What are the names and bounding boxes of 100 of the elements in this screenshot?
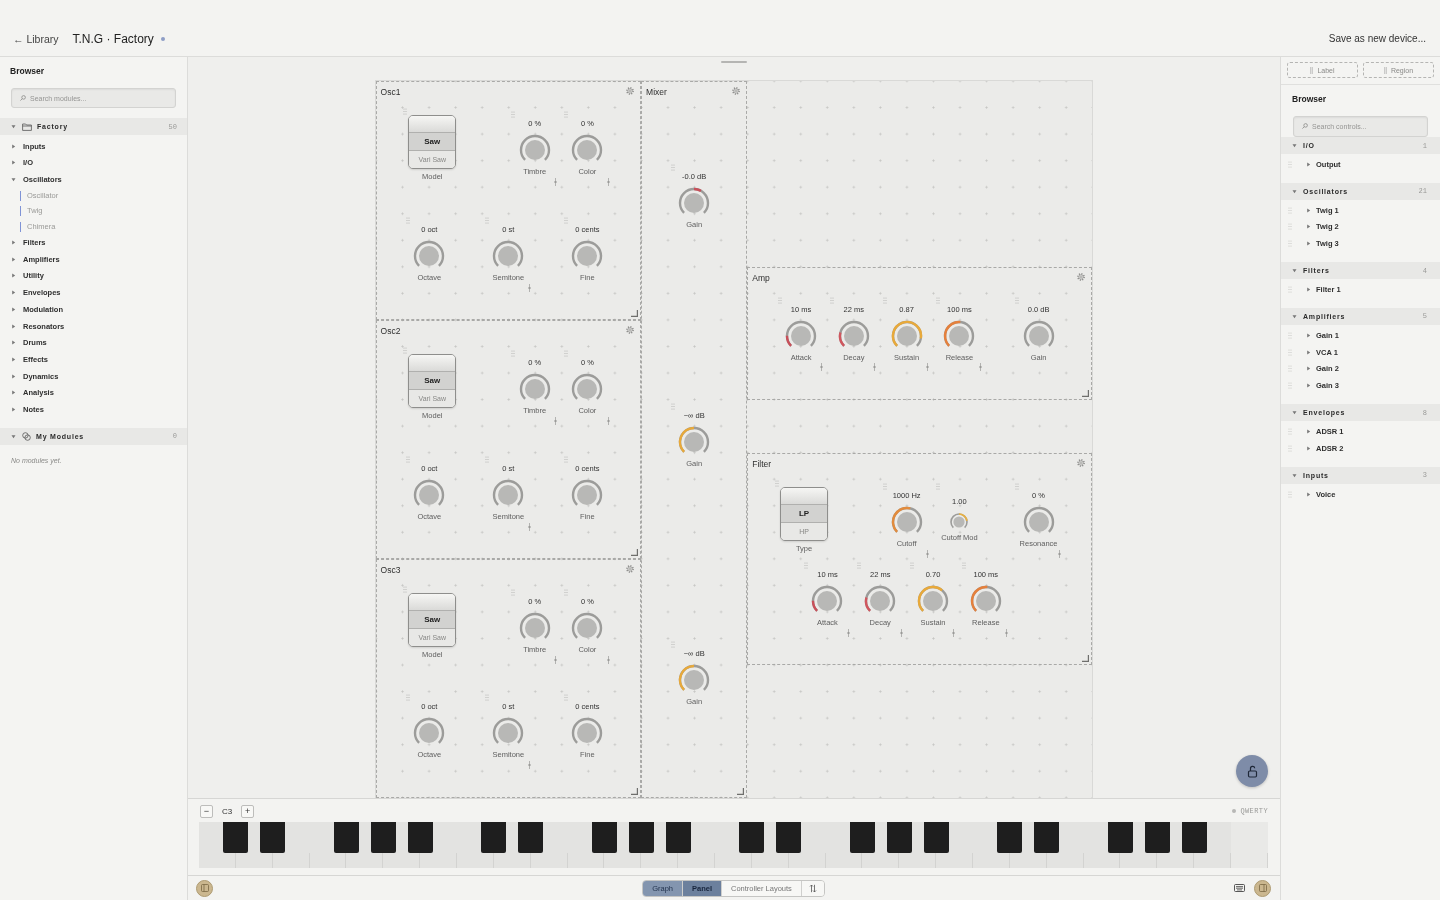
caret-icon[interactable] xyxy=(11,323,16,329)
status-dot-icon xyxy=(1232,809,1237,813)
caret-icon[interactable] xyxy=(11,406,16,412)
resize-corner-icon[interactable] xyxy=(631,787,639,795)
module-title: Osc1 xyxy=(380,87,401,97)
caret-icon[interactable] xyxy=(11,433,16,439)
keyboard-icon[interactable] xyxy=(1234,884,1245,892)
settings-icon[interactable] xyxy=(626,325,635,334)
resize-handle-icon[interactable] xyxy=(527,761,531,770)
caret-icon[interactable] xyxy=(1306,491,1311,497)
selector-option[interactable]: Saw xyxy=(409,133,456,152)
caret-icon[interactable] xyxy=(1306,383,1311,389)
resize-handle-icon[interactable] xyxy=(1005,628,1009,637)
piano-keyboard-drawing[interactable] xyxy=(199,822,1268,868)
caret-icon[interactable] xyxy=(1306,207,1311,213)
resize-handle-icon[interactable] xyxy=(554,417,558,426)
resize-corner-icon[interactable] xyxy=(737,787,745,795)
caret-icon[interactable] xyxy=(11,356,16,362)
swap-button[interactable] xyxy=(801,880,824,896)
folder-icon xyxy=(22,122,32,131)
panel-resize-handle[interactable] xyxy=(721,61,747,63)
sidebar-toggle-button[interactable] xyxy=(196,879,213,897)
caret-icon[interactable] xyxy=(11,390,16,396)
resize-handle-icon[interactable] xyxy=(873,363,877,372)
caret-icon[interactable] xyxy=(1306,287,1311,293)
selector-option[interactable]: Saw xyxy=(409,372,456,391)
caret-icon[interactable] xyxy=(11,143,16,149)
caret-icon[interactable] xyxy=(1292,143,1297,148)
swap-arrows-icon xyxy=(808,883,817,893)
resize-handle-icon[interactable] xyxy=(554,656,558,665)
resize-handle-icon[interactable] xyxy=(820,363,824,372)
caret-icon[interactable] xyxy=(1306,332,1311,338)
octave-label: C3 xyxy=(222,806,233,816)
padlock-icon xyxy=(1245,764,1259,778)
module-title: Amp xyxy=(752,272,770,283)
resize-handle-icon[interactable] xyxy=(899,628,903,637)
resize-handle-icon[interactable] xyxy=(952,628,956,637)
resize-handle-icon[interactable] xyxy=(527,522,531,531)
caret-icon[interactable] xyxy=(1292,188,1297,194)
caret-icon[interactable] xyxy=(11,240,16,246)
caret-icon[interactable] xyxy=(11,373,16,379)
lock-button[interactable] xyxy=(1236,755,1268,787)
inspector-toggle-button[interactable] xyxy=(1254,879,1271,897)
resize-handle-icon[interactable] xyxy=(846,628,850,637)
resize-handle-icon[interactable] xyxy=(606,656,610,665)
module-title: Mixer xyxy=(646,87,667,97)
grip-icon xyxy=(1310,66,1314,74)
resize-handle-icon[interactable] xyxy=(1057,549,1061,558)
search-icon xyxy=(20,95,26,101)
caret-icon[interactable] xyxy=(11,176,16,182)
sidebar-toggle-icon xyxy=(200,884,209,892)
linked-circles-icon xyxy=(22,431,31,441)
caret-icon[interactable] xyxy=(11,273,16,279)
caret-icon[interactable] xyxy=(1292,472,1297,478)
sidebar-toggle-icon xyxy=(1258,884,1267,892)
module-title: Osc2 xyxy=(380,325,401,336)
resize-handle-icon[interactable] xyxy=(926,549,929,558)
resize-corner-icon[interactable] xyxy=(631,309,639,317)
browser-heading: Browser xyxy=(9,65,45,77)
caret-icon[interactable] xyxy=(1292,410,1297,416)
resize-handle-icon[interactable] xyxy=(606,417,610,426)
caret-icon[interactable] xyxy=(1306,429,1311,435)
resize-corner-icon[interactable] xyxy=(631,548,639,556)
save-as-button[interactable]: Save as new device... xyxy=(1328,32,1426,46)
caret-icon[interactable] xyxy=(1306,161,1311,167)
grip-icon xyxy=(1383,66,1387,74)
caret-icon[interactable] xyxy=(1306,366,1311,372)
resize-corner-icon[interactable] xyxy=(1082,655,1090,663)
caret-icon[interactable] xyxy=(11,160,16,166)
caret-icon[interactable] xyxy=(1306,349,1311,355)
resize-handle-icon[interactable] xyxy=(527,283,531,292)
module-title: Filter xyxy=(752,458,772,469)
caret-icon[interactable] xyxy=(1292,314,1297,319)
caret-icon[interactable] xyxy=(11,306,16,312)
resize-handle-icon[interactable] xyxy=(606,178,610,187)
resize-corner-icon[interactable] xyxy=(1082,389,1090,397)
module-title: Osc3 xyxy=(380,564,401,575)
resize-handle-icon[interactable] xyxy=(554,178,558,187)
settings-icon[interactable] xyxy=(626,564,635,573)
caret-icon[interactable] xyxy=(11,124,16,129)
caret-icon[interactable] xyxy=(1306,445,1311,451)
resize-handle-icon[interactable] xyxy=(978,363,982,372)
device-title: T.N.G · Factory xyxy=(72,31,154,47)
settings-icon[interactable] xyxy=(1077,272,1086,281)
resize-handle-icon[interactable] xyxy=(926,363,929,372)
selector-option[interactable]: Saw xyxy=(409,611,456,630)
caret-icon[interactable] xyxy=(11,290,16,296)
caret-icon[interactable] xyxy=(11,340,16,346)
browser-heading: Browser xyxy=(1291,93,1327,105)
caret-icon[interactable] xyxy=(1306,241,1311,247)
octave-up-button[interactable]: + xyxy=(241,804,255,818)
search-icon xyxy=(1302,123,1308,129)
settings-icon[interactable] xyxy=(732,87,741,95)
octave-down-button[interactable]: − xyxy=(200,804,213,818)
back-link[interactable]: ← Library xyxy=(13,32,59,46)
caret-icon[interactable] xyxy=(11,256,16,262)
caret-icon[interactable] xyxy=(1292,268,1297,274)
caret-icon[interactable] xyxy=(1306,224,1311,230)
settings-icon[interactable] xyxy=(626,87,635,95)
settings-icon[interactable] xyxy=(1077,458,1086,467)
